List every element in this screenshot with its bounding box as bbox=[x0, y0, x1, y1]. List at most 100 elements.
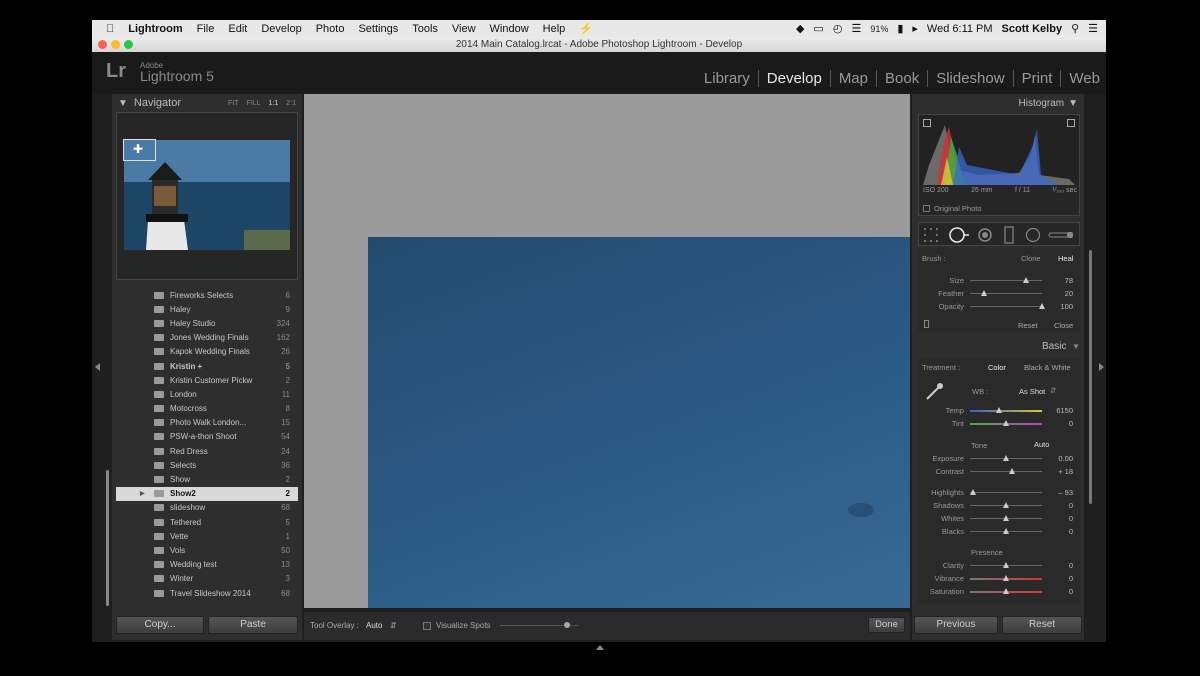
folder-row[interactable]: Tethered 5 bbox=[116, 515, 298, 529]
collapse-triangle-icon[interactable]: ▼ bbox=[118, 98, 128, 109]
folder-row[interactable]: Kapok Wedding Finals 26 bbox=[116, 345, 298, 359]
folder-row[interactable]: Jones Wedding Finals 162 bbox=[116, 331, 298, 345]
folder-row[interactable]: slideshow 68 bbox=[116, 501, 298, 515]
folder-row[interactable]: Selects 36 bbox=[116, 458, 298, 472]
menu-window[interactable]: Window bbox=[490, 23, 529, 35]
filmstrip-toggle-icon[interactable] bbox=[596, 645, 604, 650]
zoom-fill[interactable]: FILL bbox=[247, 100, 261, 107]
temp-value[interactable]: 6150 bbox=[1043, 406, 1073, 415]
heal-button[interactable]: Heal bbox=[1058, 254, 1073, 263]
folder-row[interactable]: Vette 1 bbox=[116, 529, 298, 543]
whites-slider-knob[interactable] bbox=[1003, 515, 1009, 521]
spot-close-button[interactable]: Close bbox=[1054, 321, 1073, 330]
zoom-fit[interactable]: FIT bbox=[228, 100, 239, 107]
folder-row[interactable]: Travel Slideshow 2014 68 bbox=[116, 586, 298, 600]
module-develop[interactable]: Develop bbox=[757, 70, 830, 87]
navigator-view-box[interactable]: ✚ bbox=[123, 139, 156, 161]
blacks-value[interactable]: 0 bbox=[1043, 527, 1073, 536]
visualize-spots-checkbox[interactable] bbox=[423, 622, 431, 630]
main-photo[interactable] bbox=[368, 237, 910, 608]
highlights-value[interactable]: – 93 bbox=[1043, 488, 1073, 497]
folder-row[interactable]: Winter 3 bbox=[116, 572, 298, 586]
shadows-slider-knob[interactable] bbox=[1003, 502, 1009, 508]
visualize-threshold-knob[interactable] bbox=[564, 622, 570, 628]
saturation-value[interactable]: 0 bbox=[1043, 587, 1073, 596]
menu-app[interactable]: Lightroom bbox=[128, 23, 182, 35]
whites-value[interactable]: 0 bbox=[1043, 514, 1073, 523]
right-scrollbar[interactable] bbox=[1089, 250, 1092, 504]
right-panel-toggle-icon[interactable] bbox=[1099, 363, 1104, 371]
treatment-color-button[interactable]: Color bbox=[988, 363, 1006, 372]
treatment-bw-button[interactable]: Black & White bbox=[1024, 363, 1071, 372]
module-print[interactable]: Print bbox=[1012, 70, 1061, 87]
menu-help[interactable]: Help bbox=[543, 23, 566, 35]
original-photo-checkbox[interactable] bbox=[923, 205, 930, 212]
opacity-slider[interactable] bbox=[970, 306, 1042, 307]
zoom-2-1[interactable]: 2:1 bbox=[286, 100, 296, 107]
highlights-slider[interactable] bbox=[970, 492, 1042, 493]
history-icon[interactable]: ◴ bbox=[833, 22, 843, 35]
contrast-value[interactable]: + 18 bbox=[1043, 467, 1073, 476]
temp-slider[interactable] bbox=[970, 410, 1042, 412]
folder-row[interactable]: PSW-a-thon Shoot 54 bbox=[116, 430, 298, 444]
module-slideshow[interactable]: Slideshow bbox=[927, 70, 1012, 87]
close-window-button[interactable] bbox=[98, 40, 107, 49]
adjustment-brush-icon[interactable] bbox=[1047, 229, 1075, 241]
menu-file[interactable]: File bbox=[197, 23, 215, 35]
module-web[interactable]: Web bbox=[1060, 70, 1100, 87]
battery-icon[interactable]: ▮ bbox=[897, 22, 903, 35]
vibrance-value[interactable]: 0 bbox=[1043, 574, 1073, 583]
select-arrows-icon[interactable]: ⇵ bbox=[390, 621, 397, 630]
minimize-window-button[interactable] bbox=[111, 40, 120, 49]
white-balance-picker-icon[interactable] bbox=[924, 382, 944, 402]
menu-edit[interactable]: Edit bbox=[228, 23, 247, 35]
tool-overlay-select[interactable]: Auto bbox=[366, 621, 382, 630]
size-slider-knob[interactable] bbox=[1023, 277, 1030, 283]
list-icon[interactable]: ☰ bbox=[1088, 22, 1098, 35]
menu-settings[interactable]: Settings bbox=[358, 23, 398, 35]
user-name[interactable]: Scott Kelby bbox=[1002, 23, 1063, 35]
contrast-slider[interactable] bbox=[970, 471, 1042, 472]
feather-value[interactable]: 20 bbox=[1043, 289, 1073, 298]
spot-removal-icon[interactable] bbox=[949, 226, 969, 244]
wb-select-arrows-icon[interactable]: ⇵ bbox=[1050, 386, 1056, 395]
folder-row[interactable]: Red Dress 24 bbox=[116, 444, 298, 458]
original-photo-row[interactable]: Original Photo bbox=[923, 204, 982, 213]
opacity-value[interactable]: 100 bbox=[1043, 302, 1073, 311]
paste-button[interactable]: Paste bbox=[208, 616, 298, 634]
folder-row[interactable]: Kristin + 5 bbox=[116, 359, 298, 373]
apple-icon[interactable]:  bbox=[106, 23, 114, 35]
lightning-icon[interactable]: ⚡ bbox=[579, 22, 593, 35]
tint-slider-knob[interactable] bbox=[1003, 420, 1009, 426]
module-library[interactable]: Library bbox=[696, 70, 758, 87]
wb-select[interactable]: As Shot bbox=[1019, 387, 1045, 396]
folder-row[interactable]: Haley 9 bbox=[116, 302, 298, 316]
clone-button[interactable]: Clone bbox=[1021, 254, 1041, 263]
menu-view[interactable]: View bbox=[452, 23, 476, 35]
crop-grid-icon[interactable] bbox=[923, 227, 939, 243]
reset-button[interactable]: Reset bbox=[1002, 616, 1082, 634]
histogram[interactable]: ISO 200 26 mm f / 11 ¹⁄₁₀₀ sec Original … bbox=[918, 114, 1080, 216]
left-panel-toggle-icon[interactable] bbox=[95, 363, 100, 371]
module-map[interactable]: Map bbox=[829, 70, 876, 87]
highlights-slider-knob[interactable] bbox=[969, 489, 976, 495]
spot-reset-button[interactable]: Reset bbox=[1018, 321, 1038, 330]
folder-row[interactable]: London 11 bbox=[116, 387, 298, 401]
histogram-header[interactable]: Histogram ▼ bbox=[912, 94, 1084, 112]
dropbox-icon[interactable]: ◆ bbox=[796, 22, 804, 35]
saturation-slider-knob[interactable] bbox=[1003, 588, 1009, 594]
expand-triangle-icon[interactable]: ▶ bbox=[140, 490, 145, 497]
size-slider[interactable] bbox=[970, 280, 1042, 281]
folder-row[interactable]: Fireworks Selects 6 bbox=[116, 288, 298, 302]
zoom-window-button[interactable] bbox=[124, 40, 133, 49]
zoom-1-1[interactable]: 1:1 bbox=[269, 100, 279, 107]
mask-toggle-icon[interactable] bbox=[924, 320, 929, 328]
basic-header[interactable]: Basic ▼ bbox=[912, 338, 1084, 356]
folder-row[interactable]: Vols 50 bbox=[116, 543, 298, 557]
contrast-slider-knob[interactable] bbox=[1009, 468, 1016, 474]
left-scrollbar[interactable] bbox=[106, 470, 109, 606]
folder-row[interactable]: Motocross 8 bbox=[116, 402, 298, 416]
menu-photo[interactable]: Photo bbox=[316, 23, 345, 35]
clarity-slider-knob[interactable] bbox=[1003, 562, 1009, 568]
previous-button[interactable]: Previous bbox=[914, 616, 998, 634]
